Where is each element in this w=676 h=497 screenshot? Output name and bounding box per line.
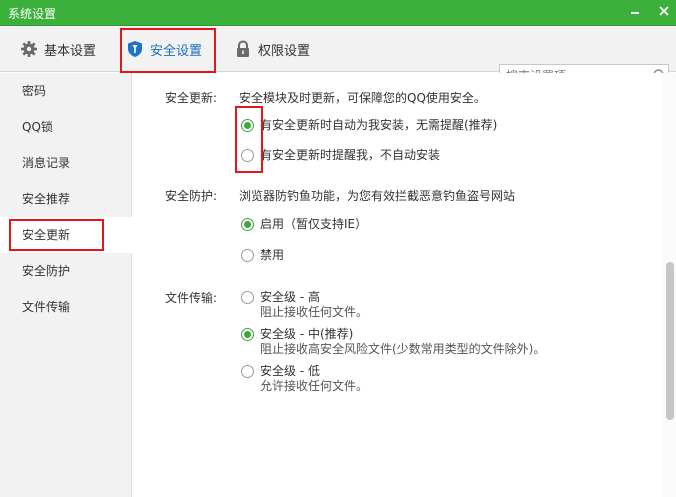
option-label: 有安全更新时提醒我，不自动安装 xyxy=(260,148,441,162)
sidebar-item-qq-lock[interactable]: QQ锁 xyxy=(0,109,132,145)
sidebar-item-password[interactable]: 密码 xyxy=(0,73,132,109)
radio-level-low[interactable]: 安全级 - 低 允许接收任何文件。 xyxy=(241,364,368,394)
option-label: 安全级 - 低 xyxy=(260,364,320,378)
minimize-icon xyxy=(631,12,639,14)
radio-button[interactable] xyxy=(241,249,254,262)
close-icon xyxy=(659,6,669,16)
tab-label: 权限设置 xyxy=(258,43,311,59)
sidebar-item-label: 安全更新 xyxy=(22,228,71,242)
window-title: 系统设置 xyxy=(8,7,57,21)
sidebar-item-file-transfer[interactable]: 文件传输 xyxy=(0,289,132,325)
section-label-update: 安全更新: xyxy=(165,91,218,105)
minimize-button[interactable] xyxy=(625,3,645,21)
radio-button[interactable] xyxy=(241,149,254,162)
sidebar-item-security-protection[interactable]: 安全防护 xyxy=(0,253,132,289)
section-desc-update: 安全模块及时更新，可保障您的QQ使用安全。 xyxy=(239,91,486,105)
sidebar-item-label: 安全防护 xyxy=(22,264,71,278)
sidebar-item-message-history[interactable]: 消息记录 xyxy=(0,145,132,181)
tab-label: 基本设置 xyxy=(44,43,97,59)
sidebar-item-security-update[interactable]: 安全更新 xyxy=(0,217,133,253)
option-label: 禁用 xyxy=(260,248,285,262)
option-text: 安全级 - 低 允许接收任何文件。 xyxy=(260,364,368,394)
option-text: 安全级 - 中(推荐) 阻止接收高安全风险文件(少数常用类型的文件除外)。 xyxy=(260,327,545,357)
gear-icon xyxy=(21,41,37,57)
sidebar-item-label: 安全推荐 xyxy=(22,192,71,206)
sidebar: 密码 QQ锁 消息记录 安全推荐 安全更新 安全防护 文件传输 xyxy=(0,73,133,497)
section-label-protect: 安全防护: xyxy=(165,189,218,203)
title-bar: 系统设置 xyxy=(0,0,676,26)
option-sub: 允许接收任何文件。 xyxy=(260,379,369,393)
option-label: 安全级 - 中(推荐) xyxy=(260,327,354,341)
close-button[interactable] xyxy=(654,3,674,21)
radio-notify-only[interactable]: 有安全更新时提醒我，不自动安装 xyxy=(241,148,440,163)
option-sub: 阻止接收高安全风险文件(少数常用类型的文件除外)。 xyxy=(260,342,546,356)
sidebar-item-label: 密码 xyxy=(22,84,47,98)
option-sub: 阻止接收任何文件。 xyxy=(260,305,369,319)
option-label: 有安全更新时自动为我安装，无需提醒(推荐) xyxy=(260,118,498,132)
tab-security-settings[interactable]: 安全设置 xyxy=(126,26,202,72)
shield-icon xyxy=(128,41,142,57)
option-text: 安全级 - 高 阻止接收任何文件。 xyxy=(260,290,368,320)
radio-button[interactable] xyxy=(241,119,254,132)
scrollbar-thumb[interactable] xyxy=(666,262,674,420)
tab-label: 安全设置 xyxy=(150,43,203,59)
settings-content: 安全更新: 安全模块及时更新，可保障您的QQ使用安全。 有安全更新时自动为我安装… xyxy=(133,73,676,497)
option-label: 启用（暂仅支持IE） xyxy=(260,217,368,231)
radio-button[interactable] xyxy=(241,218,254,231)
tab-permission-settings[interactable]: 权限设置 xyxy=(234,26,310,72)
tab-bar: 基本设置 安全设置 权限设置 xyxy=(0,26,676,88)
radio-enable-protect[interactable]: 启用（暂仅支持IE） xyxy=(241,217,367,232)
radio-button[interactable] xyxy=(241,328,254,341)
radio-button[interactable] xyxy=(241,291,254,304)
radio-disable-protect[interactable]: 禁用 xyxy=(241,248,284,263)
radio-level-high[interactable]: 安全级 - 高 阻止接收任何文件。 xyxy=(241,290,368,320)
sidebar-item-label: 文件传输 xyxy=(22,300,71,314)
lock-icon xyxy=(237,40,249,57)
section-desc-protect: 浏览器防钓鱼功能，为您有效拦截恶意钓鱼盗号网站 xyxy=(239,189,516,203)
option-label: 安全级 - 高 xyxy=(260,290,320,304)
section-label-transfer: 文件传输: xyxy=(165,291,218,305)
sidebar-item-label: QQ锁 xyxy=(22,120,53,134)
radio-auto-install[interactable]: 有安全更新时自动为我安装，无需提醒(推荐) xyxy=(241,118,497,133)
sidebar-item-label: 消息记录 xyxy=(22,156,71,170)
radio-level-medium[interactable]: 安全级 - 中(推荐) 阻止接收高安全风险文件(少数常用类型的文件除外)。 xyxy=(241,327,545,357)
tab-basic-settings[interactable]: 基本设置 xyxy=(20,26,96,72)
sidebar-item-security-recommend[interactable]: 安全推荐 xyxy=(0,181,132,217)
radio-button[interactable] xyxy=(241,365,254,378)
